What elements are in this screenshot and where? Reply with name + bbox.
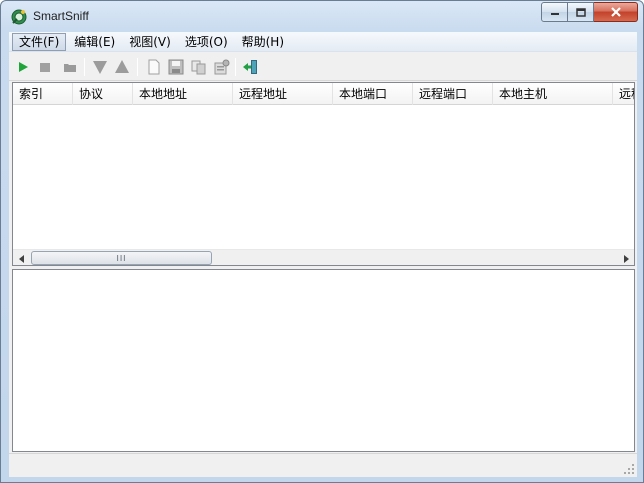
maximize-button[interactable] (568, 2, 594, 22)
toolbar (9, 53, 637, 81)
caption-buttons (541, 2, 638, 22)
window-title: SmartSniff (33, 9, 89, 23)
list-body[interactable] (13, 105, 634, 248)
scrollbar-thumb[interactable]: III (31, 251, 212, 265)
column-header-local-host[interactable]: 本地主机 (493, 83, 613, 105)
arrow-up-icon (115, 60, 129, 73)
column-header-protocol[interactable]: 协议 (73, 83, 133, 105)
open-button[interactable] (61, 58, 79, 76)
toolbar-separator (137, 58, 138, 76)
menu-bar: 文件(F) 编辑(E) 视图(V) 选项(O) 帮助(H) (9, 32, 637, 52)
save-icon (168, 59, 184, 75)
properties-button[interactable] (213, 58, 231, 76)
folder-icon (64, 64, 76, 72)
stop-capture-button[interactable] (36, 58, 54, 76)
exit-button[interactable] (242, 58, 260, 76)
properties-icon (214, 59, 230, 75)
toolbar-separator (235, 58, 236, 76)
exit-icon (243, 60, 257, 74)
menu-edit[interactable]: 编辑(E) (68, 33, 121, 51)
copy-button[interactable] (190, 58, 208, 76)
app-window: SmartSniff 文件(F) 编辑(E) 视图(V) 选项(O) 帮助(H) (0, 0, 644, 483)
column-header-remote-host[interactable]: 远程 (613, 83, 634, 105)
new-button[interactable] (145, 58, 163, 76)
play-icon (19, 62, 28, 72)
packet-list[interactable]: 索引 协议 本地地址 远程地址 本地端口 远程端口 本地主机 远程 III (12, 82, 635, 266)
scroll-right-button[interactable] (617, 250, 634, 265)
menu-help[interactable]: 帮助(H) (236, 33, 290, 51)
scroll-left-button[interactable] (13, 250, 30, 265)
close-icon (610, 7, 621, 17)
scroll-up-button[interactable] (113, 58, 131, 76)
column-header-remote-address[interactable]: 远程地址 (233, 83, 333, 105)
scroll-down-button[interactable] (91, 58, 109, 76)
menu-file[interactable]: 文件(F) (12, 32, 67, 51)
app-logo-icon (11, 9, 27, 25)
menu-options[interactable]: 选项(O) (179, 33, 234, 51)
chevron-right-icon (623, 254, 629, 263)
arrow-down-icon (93, 61, 107, 74)
client-area: 文件(F) 编辑(E) 视图(V) 选项(O) 帮助(H) 索引 协议 本地地址… (9, 32, 637, 477)
new-document-icon (148, 59, 160, 75)
horizontal-scrollbar[interactable]: III (13, 249, 634, 265)
column-header-remote-port[interactable]: 远程端口 (413, 83, 493, 105)
status-bar (9, 453, 637, 477)
packet-details-pane[interactable] (12, 269, 635, 452)
column-header-index[interactable]: 索引 (13, 83, 73, 105)
chevron-left-icon (18, 254, 24, 263)
minimize-button[interactable] (541, 2, 568, 22)
save-button[interactable] (167, 58, 185, 76)
copy-icon (191, 60, 206, 75)
column-header-local-address[interactable]: 本地地址 (133, 83, 233, 105)
start-capture-button[interactable] (14, 58, 32, 76)
maximize-icon (575, 7, 586, 17)
title-bar[interactable]: SmartSniff (1, 1, 643, 32)
scrollbar-grip: III (116, 253, 127, 263)
resize-grip-icon[interactable] (623, 463, 635, 475)
stop-icon (40, 63, 50, 72)
column-header-local-port[interactable]: 本地端口 (333, 83, 413, 105)
toolbar-separator (84, 58, 85, 76)
close-button[interactable] (594, 2, 638, 22)
menu-view[interactable]: 视图(V) (123, 33, 177, 51)
list-header: 索引 协议 本地地址 远程地址 本地端口 远程端口 本地主机 远程 (13, 83, 634, 105)
minimize-icon (550, 13, 559, 15)
